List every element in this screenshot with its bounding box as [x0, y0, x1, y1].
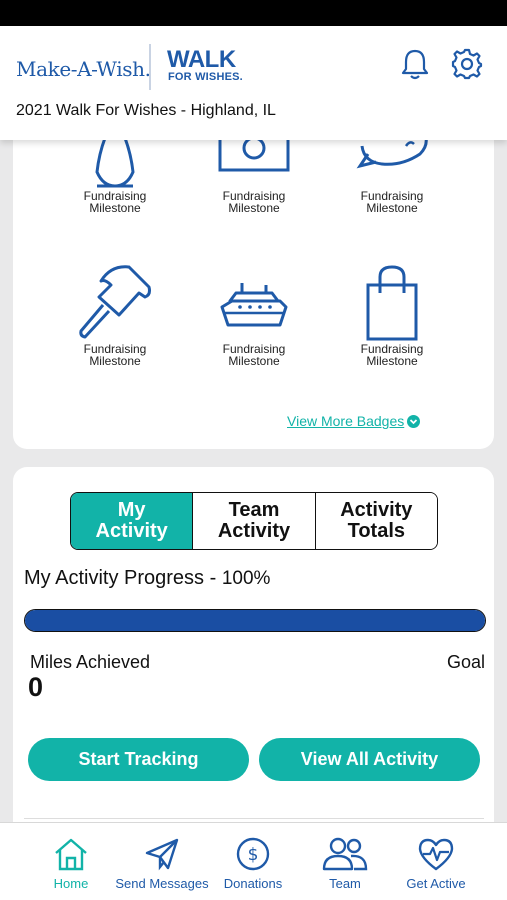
tab-label-line1: My	[117, 499, 146, 521]
dollar-icon: $	[236, 837, 270, 871]
home-icon	[55, 838, 87, 871]
settings-button[interactable]	[449, 46, 485, 82]
status-bar	[0, 0, 507, 26]
miles-achieved-label: Miles Achieved	[30, 652, 151, 672]
badge-label-line2: Milestone	[228, 354, 280, 368]
walk-for-wishes-logo: WALK	[167, 46, 236, 73]
nav-label: Team	[329, 876, 361, 891]
miles-achieved-value: 0	[28, 672, 44, 702]
tab-label-line1: Activity	[340, 499, 413, 521]
badge-bag[interactable]: Fundraising Milestone	[332, 263, 452, 367]
tab-label-line2: Activity	[95, 520, 168, 542]
notifications-button[interactable]	[397, 46, 433, 82]
event-title: 2021 Walk For Wishes - Highland, IL	[16, 102, 276, 119]
nav-label: Send Messages	[115, 876, 209, 891]
bell-icon	[401, 49, 429, 80]
goal-label: Goal	[446, 652, 485, 672]
badge-ship[interactable]: Fundraising Milestone	[194, 263, 314, 367]
tab-label-line1: Team	[228, 499, 280, 521]
nav-donations[interactable]: $ Donations	[203, 823, 303, 900]
progress-percent: 100%	[221, 568, 271, 589]
nav-send-messages[interactable]: Send Messages	[112, 823, 212, 900]
svg-text:$: $	[248, 845, 259, 865]
progress-label: My Activity Progress -	[24, 567, 217, 589]
shopping-bag-icon	[366, 265, 418, 341]
team-icon	[322, 837, 368, 871]
badge-label-line2: Milestone	[366, 201, 418, 215]
badge-label-line2: Milestone	[89, 354, 141, 368]
tab-activity-totals[interactable]: Activity Totals	[314, 493, 437, 549]
nav-team[interactable]: Team	[295, 823, 395, 900]
app-header: Make-A-Wish. WALK FOR WISHES. 2021 Walk …	[0, 26, 507, 140]
make-a-wish-logo: Make-A-Wish.	[16, 57, 151, 81]
nav-label: Donations	[223, 876, 283, 891]
nav-get-active[interactable]: Get Active	[386, 823, 486, 900]
nav-home[interactable]: Home	[21, 823, 121, 900]
tab-my-activity[interactable]: My Activity	[71, 493, 193, 549]
tab-label-line2: Totals	[347, 520, 406, 542]
tab-label-line2: Activity	[217, 520, 291, 542]
bottom-navigation: Home Send Messages $ Donations Team Get …	[0, 822, 507, 900]
hammer-icon	[79, 265, 151, 339]
start-tracking-button[interactable]: Start Tracking	[28, 738, 249, 781]
tab-team-activity[interactable]: Team Activity	[192, 493, 315, 549]
paper-plane-icon	[145, 838, 179, 871]
badge-hammer[interactable]: Fundraising Milestone	[55, 263, 175, 367]
progress-bar-fill	[25, 610, 485, 631]
badge-label-line2: Milestone	[366, 354, 418, 368]
view-more-label: View More Badges	[287, 413, 405, 429]
badge-label-line2: Milestone	[228, 201, 280, 215]
nav-label: Home	[53, 876, 89, 891]
logo-divider	[149, 44, 151, 90]
heartbeat-icon	[418, 838, 454, 871]
divider	[24, 818, 484, 819]
chevron-down-circle-icon	[407, 414, 421, 428]
cruise-ship-icon	[220, 283, 288, 327]
gear-icon	[451, 48, 483, 80]
nav-label: Get Active	[406, 876, 466, 891]
progress-title: My Activity Progress - 100%	[24, 567, 270, 590]
walk-for-wishes-subtitle: FOR WISHES.	[168, 71, 243, 83]
view-all-activity-button[interactable]: View All Activity	[259, 738, 480, 781]
activity-tabs: My Activity Team Activity Activity Totals	[70, 492, 438, 550]
badge-label-line2: Milestone	[89, 201, 141, 215]
progress-bar	[24, 609, 486, 632]
view-more-badges-link[interactable]: View More Badges	[287, 413, 421, 429]
